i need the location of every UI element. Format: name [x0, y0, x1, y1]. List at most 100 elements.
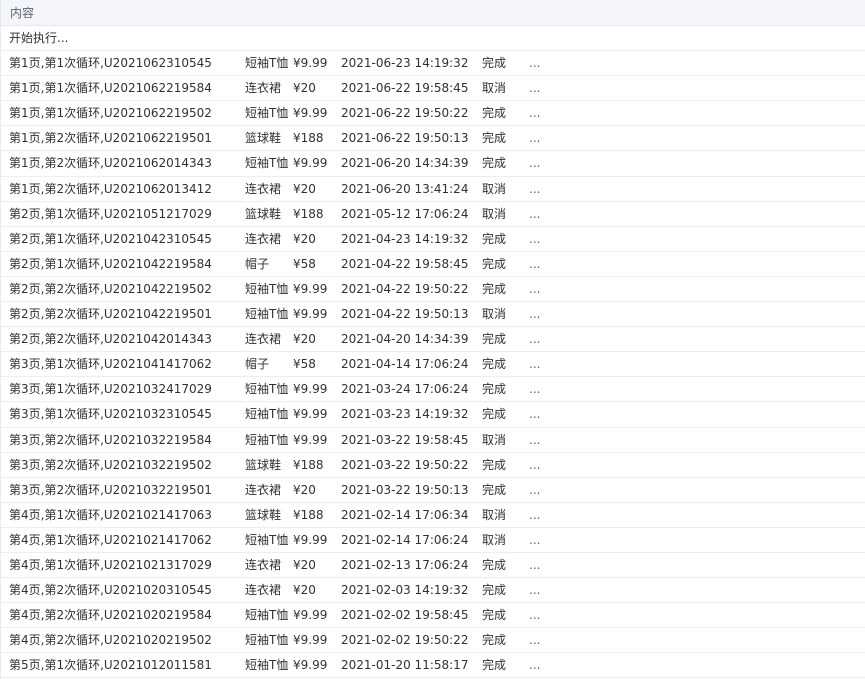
log-row: 第4页,第2次循环,U2021020219584 短袖T恤 ¥9.99 2021-02… [1, 603, 865, 629]
product-name: 帽子 [245, 357, 270, 372]
more-cell: ... [529, 81, 541, 96]
more-cell: ... [529, 181, 541, 196]
status-text: 取消 [482, 507, 507, 522]
product-name: 帽子 [245, 256, 270, 271]
price: ¥9.99 [293, 56, 328, 71]
product-name: 短袖T恤 [245, 633, 289, 648]
log-row: 第3页,第1次循环,U2021032417029 短袖T恤 ¥9.99 2021-03… [1, 377, 865, 403]
timestamp: 2021-03-22 19:50:13 [341, 482, 469, 497]
status-text: 完成 [482, 106, 507, 121]
more-cell: ... [529, 307, 541, 322]
record-id: 第4页,第2次循环,U2021020310545 [9, 583, 212, 598]
status-text: 取消 [482, 206, 507, 221]
timestamp: 2021-02-14 17:06:24 [341, 532, 469, 547]
timestamp: 2021-05-12 17:06:24 [341, 206, 469, 221]
status-text: 完成 [482, 231, 507, 246]
status-text: 完成 [482, 407, 507, 422]
status-text: 完成 [482, 281, 507, 296]
status-text: 完成 [482, 658, 507, 673]
timestamp: 2021-02-02 19:58:45 [341, 608, 469, 623]
record-id: 第3页,第1次循环,U2021041417062 [9, 357, 212, 372]
record-id: 第1页,第1次循环,U2021062310545 [9, 56, 212, 71]
record-id: 第2页,第2次循环,U2021042014343 [9, 332, 212, 347]
log-row: 第3页,第2次循环,U2021032219584 短袖T恤 ¥9.99 2021-03… [1, 428, 865, 453]
product-name: 篮球鞋 [245, 507, 282, 522]
price: ¥58 [293, 357, 316, 372]
timestamp: 2021-02-03 14:19:32 [341, 583, 469, 598]
more-cell: ... [529, 583, 541, 598]
product-name: 短袖T恤 [245, 156, 289, 171]
status-text: 完成 [482, 332, 507, 347]
product-name: 篮球鞋 [245, 206, 282, 221]
more-cell: ... [529, 106, 541, 121]
status-text: 完成 [482, 156, 507, 171]
product-name: 篮球鞋 [245, 131, 282, 146]
record-id: 第2页,第1次循环,U2021042219584 [9, 256, 212, 271]
product-name: 短袖T恤 [245, 432, 289, 447]
product-name: 连衣裙 [245, 557, 282, 572]
product-name: 短袖T恤 [245, 106, 289, 121]
status-text: 完成 [482, 357, 507, 372]
price: ¥9.99 [293, 432, 328, 447]
product-name: 短袖T恤 [245, 56, 289, 71]
log-row: 第4页,第1次循环,U2021021317029 连衣裙 ¥20 2021-02-13… [1, 553, 865, 579]
timestamp: 2021-01-20 11:58:17 [341, 658, 469, 673]
price: ¥9.99 [293, 608, 328, 623]
product-name: 短袖T恤 [245, 407, 289, 422]
log-row: 第1页,第2次循环,U2021062014343 短袖T恤 ¥9.99 2021-06… [1, 151, 865, 177]
more-cell: ... [529, 206, 541, 221]
status-text: 完成 [482, 382, 507, 397]
status-text: 完成 [482, 56, 507, 71]
timestamp: 2021-04-14 17:06:24 [341, 357, 469, 372]
record-id: 第2页,第2次循环,U2021042219501 [9, 307, 212, 322]
record-id: 第4页,第2次循环,U2021020219502 [9, 633, 212, 648]
log-row: 第1页,第1次循环,U2021062219584 连衣裙 ¥20 2021-06-22… [1, 76, 865, 102]
column-header: 内容 [1, 0, 865, 26]
price: ¥9.99 [293, 633, 328, 648]
record-id: 第4页,第1次循环,U2021021417062 [9, 532, 212, 547]
more-cell: ... [529, 457, 541, 472]
timestamp: 2021-04-22 19:50:22 [341, 281, 469, 296]
record-id: 第4页,第2次循环,U2021020219584 [9, 608, 212, 623]
status-text: 完成 [482, 557, 507, 572]
log-row: 第1页,第1次循环,U2021062310545 短袖T恤 ¥9.99 2021-06… [1, 51, 865, 77]
status-text: 完成 [482, 608, 507, 623]
price: ¥9.99 [293, 658, 328, 673]
status-text: 完成 [482, 633, 507, 648]
price: ¥20 [293, 332, 316, 347]
record-id: 第3页,第1次循环,U2021032417029 [9, 382, 212, 397]
log-row: 第3页,第1次循环,U2021041417062 帽子 ¥58 2021-04-14 … [1, 352, 865, 378]
log-table: 内容 开始执行... 第1页,第1次循环,U2021062310545 短袖T恤 ¥… [0, 0, 865, 679]
product-name: 短袖T恤 [245, 307, 289, 322]
status-text: 完成 [482, 583, 507, 598]
price: ¥188 [293, 507, 324, 522]
status-text: 完成 [482, 457, 507, 472]
more-cell: ... [529, 608, 541, 623]
product-name: 篮球鞋 [245, 457, 282, 472]
log-row: 第3页,第2次循环,U2021032219501 连衣裙 ¥20 2021-03-22… [1, 478, 865, 503]
timestamp: 2021-06-22 19:58:45 [341, 81, 469, 96]
timestamp: 2021-06-23 14:19:32 [341, 56, 469, 71]
price: ¥9.99 [293, 106, 328, 121]
product-name: 连衣裙 [245, 583, 282, 598]
log-row: 第5页,第1次循环,U2021012011581 短袖T恤 ¥9.99 2021-01… [1, 653, 865, 679]
start-message: 开始执行... [9, 31, 69, 45]
record-id: 第2页,第1次循环,U2021051217029 [9, 206, 212, 221]
more-cell: ... [529, 557, 541, 572]
price: ¥20 [293, 231, 316, 246]
record-id: 第2页,第2次循环,U2021042219502 [9, 281, 212, 296]
log-row: 第2页,第1次循环,U2021042219584 帽子 ¥58 2021-04-22 … [1, 252, 865, 277]
more-cell: ... [529, 281, 541, 296]
status-text: 取消 [482, 81, 507, 96]
product-name: 连衣裙 [245, 181, 282, 196]
more-cell: ... [529, 131, 541, 146]
column-header-label: 内容 [10, 6, 35, 20]
timestamp: 2021-04-22 19:58:45 [341, 256, 469, 271]
log-row: 第4页,第1次循环,U2021021417062 短袖T恤 ¥9.99 2021-02… [1, 528, 865, 553]
log-row: 第2页,第1次循环,U2021042310545 连衣裙 ¥20 2021-04-23… [1, 227, 865, 252]
record-id: 第1页,第1次循环,U2021062219502 [9, 106, 212, 121]
log-row: 第4页,第2次循环,U2021020219502 短袖T恤 ¥9.99 2021-02… [1, 628, 865, 654]
status-text: 取消 [482, 307, 507, 322]
log-row: 第2页,第1次循环,U2021051217029 篮球鞋 ¥188 2021-05-1… [1, 202, 865, 227]
price: ¥9.99 [293, 307, 328, 322]
